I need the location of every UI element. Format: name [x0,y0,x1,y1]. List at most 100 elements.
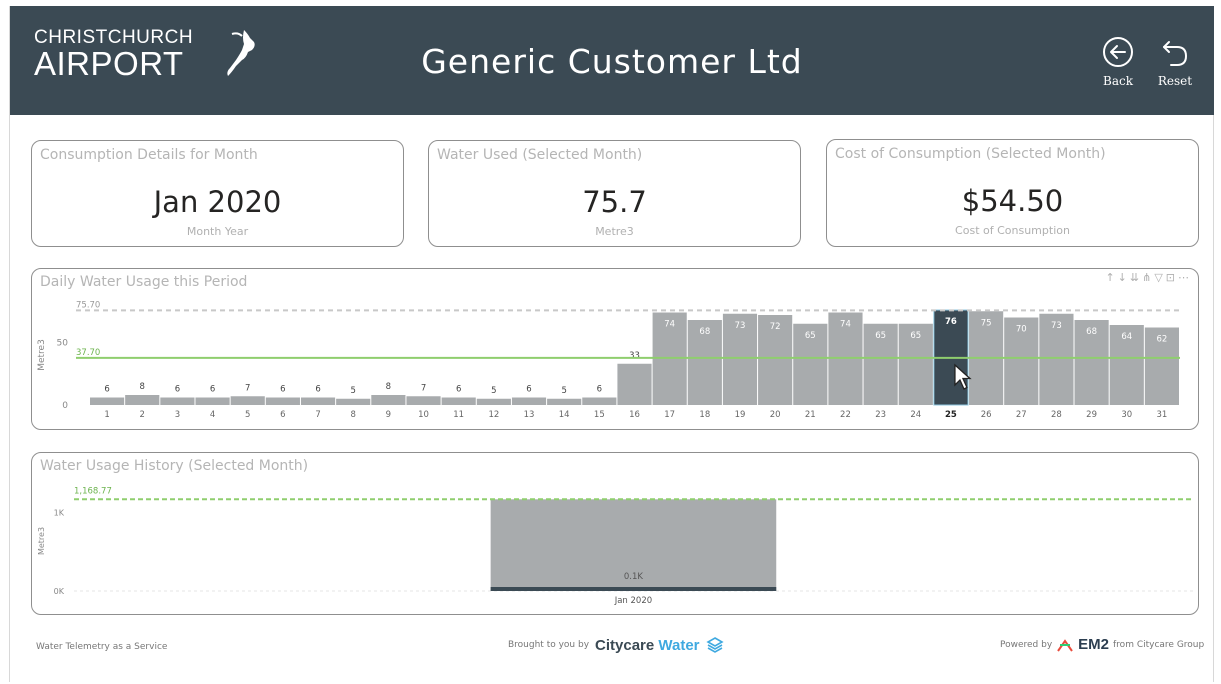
bar-data-label: 74 [840,320,851,330]
em2-logo: EM2 [1078,636,1110,653]
bar-data-label: 65 [805,331,816,341]
chart-bar [582,397,617,405]
card-subtitle: Cost of Consumption [955,224,1070,237]
chart-bar [547,398,582,405]
reset-label: Reset [1157,74,1193,88]
bar-data-label: 6 [175,385,180,395]
bar-data-label: 6 [280,385,285,395]
bar-data-label: 33 [629,351,640,361]
chart-bar [476,398,511,405]
x-tick-label: 9 [386,410,391,420]
y-axis-label: Metre3 [37,527,46,555]
card-value: 75.7 [582,185,647,219]
citycare-brand: Citycare [595,636,655,654]
card-title: Consumption Details for Month [40,147,258,163]
daily-usage-panel: Daily Water Usage this Period ↑↓⇊⋔▽⊡⋯ Me… [31,268,1199,430]
em2-mark-icon [1057,638,1073,652]
bar-data-label: 7 [421,383,426,393]
x-tick-label: 21 [805,410,816,420]
daily-usage-chart: Metre30506182636475666758897106115126135… [37,300,1180,420]
x-tick-label: 19 [735,410,746,420]
chart-bar [511,397,547,405]
header-bar: CHRISTCHURCH AIRPORT Generic Customer Lt… [10,6,1214,115]
usage-history-panel: Water Usage History (Selected Month) Met… [31,452,1199,615]
bar-base-band [490,587,777,591]
footer-service-text: Water Telemetry as a Service [36,642,168,652]
bar-data-label: 6 [104,385,109,395]
x-tick-label: 15 [594,410,605,420]
x-tick-label: 23 [875,410,886,420]
x-tick-label: 3 [175,410,180,420]
reference-line-label: 75.70 [76,300,100,310]
x-tick-label: 4 [210,410,215,420]
x-tick-label: 30 [1121,410,1132,420]
x-tick-label: Jan 2020 [614,596,652,606]
footer-citycare: Brought to you by Citycare Water [508,636,724,654]
back-arrow-icon [1103,37,1133,67]
chart-bar [195,397,230,405]
from-citycare-text: from Citycare Group [1113,639,1205,650]
chart-bar [406,396,441,405]
layers-icon [705,637,724,653]
bar-data-label: 5 [561,386,566,396]
x-tick-label: 31 [1157,410,1168,420]
x-tick-label: 11 [453,410,464,420]
bar-data-label: 68 [1086,327,1097,337]
y-tick-label: 50 [57,339,69,349]
x-tick-label: 26 [981,410,992,420]
bar-data-label: 5 [491,386,496,396]
footer-em2: Powered by EM2 from Citycare Group [1000,636,1204,653]
undo-icon [1163,41,1188,66]
card-subtitle: Month Year [186,225,249,238]
x-tick-label: 1 [104,410,109,420]
back-button[interactable]: Back [1098,36,1138,88]
chart-bar [265,397,300,405]
bar-data-label: 6 [315,385,320,395]
powered-by-text: Powered by [1000,639,1053,650]
water-used-card: Water Used (Selected Month) 75.7 Metre3 [428,140,801,247]
chart-bar [125,395,160,405]
bar-data-label: 65 [910,331,921,341]
x-tick-label: 6 [280,410,285,420]
bar-data-label: 6 [597,385,602,395]
bar-data-label: 72 [770,322,781,332]
back-label: Back [1103,74,1133,88]
card-title: Water Used (Selected Month) [437,147,643,163]
bar-data-label: 6 [526,385,531,395]
brought-by-text: Brought to you by [508,640,590,650]
citycare-logo: Citycare Water [595,637,700,654]
usage-history-chart: Metre3 0K 1K 0.1K Jan 2020 1,168.77 [37,486,1194,606]
chart-bar [230,396,265,405]
bar-data-label: 8 [140,382,145,392]
chart-bar [160,397,195,405]
y-axis-label: Metre3 [37,339,47,371]
month-card: Consumption Details for Month Jan 2020 M… [31,140,404,247]
y-tick-label: 1K [54,509,65,518]
bar-data-label: 0.1K [624,572,644,582]
x-tick-label: 16 [629,410,640,420]
chart-bar [441,397,476,405]
chart-bar [617,363,652,405]
bar-data-label: 74 [664,320,675,330]
bar-data-label: 76 [945,317,957,327]
reference-line-label: 37.70 [76,348,100,358]
bar-data-label: 8 [386,382,391,392]
bar-data-label: 5 [350,386,355,396]
chart-bar [300,397,336,405]
x-tick-label: 8 [350,410,355,420]
reset-button[interactable]: Reset [1155,36,1195,88]
card-title: Cost of Consumption (Selected Month) [835,146,1106,162]
card-subtitle: Metre3 [595,225,634,238]
bar-data-label: 68 [699,327,710,337]
citycare-water: Water [658,636,700,654]
y-tick-label: 0K [54,587,65,596]
bar-data-label: 6 [210,385,215,395]
x-tick-label: 12 [488,410,499,420]
x-tick-label: 28 [1051,410,1062,420]
x-tick-label: 10 [418,410,429,420]
bar-data-label: 73 [735,321,746,331]
x-tick-label: 17 [664,410,675,420]
x-tick-label: 22 [840,410,851,420]
x-tick-label: 14 [559,410,570,420]
x-tick-label: 20 [770,410,781,420]
